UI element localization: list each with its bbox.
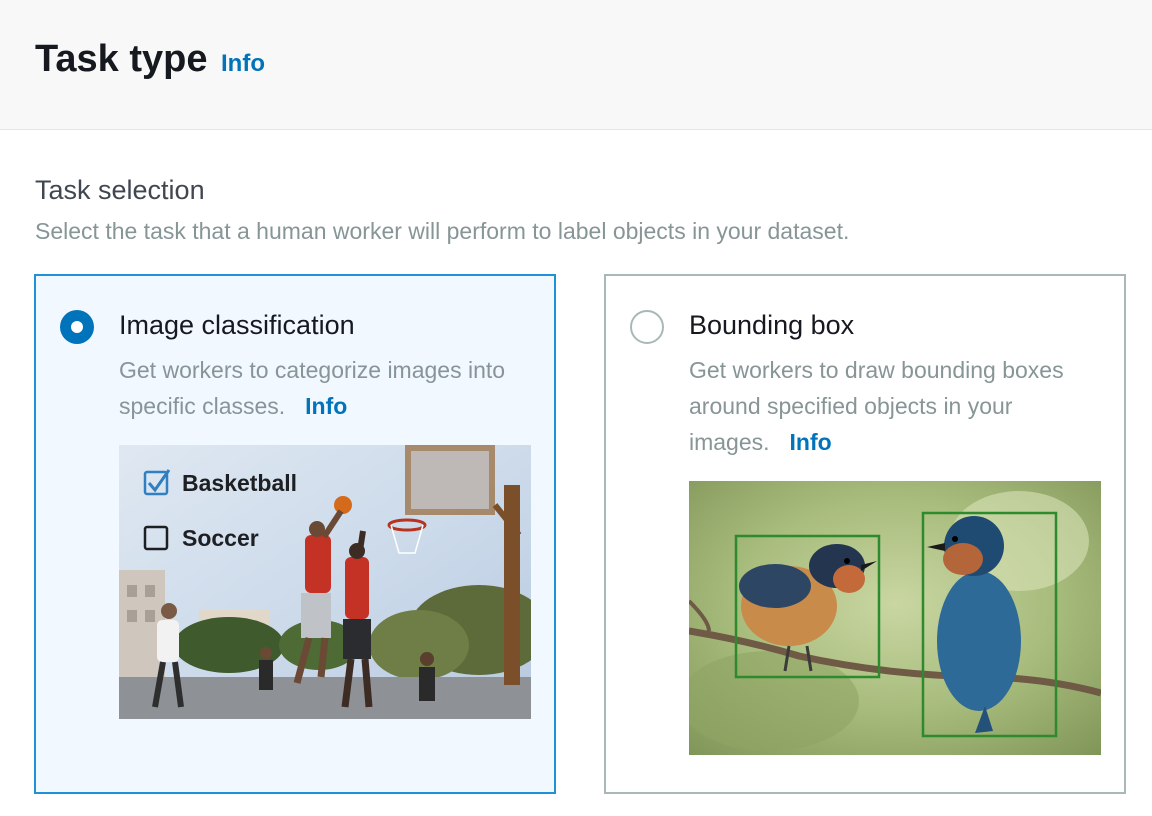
- header-info-link[interactable]: Info: [221, 50, 265, 78]
- page-title: Task type: [35, 38, 208, 80]
- tile-info-link-bounding-box[interactable]: Info: [790, 429, 832, 455]
- radio-image-classification[interactable]: [60, 310, 94, 344]
- section-description: Select the task that a human worker will…: [35, 218, 850, 244]
- tile-description-text: Get workers to draw bounding boxes aroun…: [689, 357, 1064, 455]
- tile-title-image-classification: Image classification: [119, 310, 355, 340]
- task-tile-bounding-box[interactable]: Bounding box Get workers to draw boundin…: [604, 274, 1126, 794]
- page-header: Task type Info: [0, 0, 1152, 130]
- tile-description-bounding-box: Get workers to draw bounding boxes aroun…: [689, 352, 1119, 460]
- radio-bounding-box[interactable]: [630, 310, 664, 344]
- label-soccer: Soccer: [182, 525, 259, 551]
- task-tile-image-classification[interactable]: Image classification Get workers to cate…: [34, 274, 556, 794]
- tile-description-image-classification: Get workers to categorize images into sp…: [119, 352, 549, 424]
- tile-info-link-image-classification[interactable]: Info: [305, 393, 347, 419]
- tile-title-bounding-box: Bounding box: [689, 310, 855, 340]
- example-image-basketball: Basketball Soccer: [119, 445, 531, 719]
- section-title: Task selection: [35, 175, 205, 205]
- label-basketball: Basketball: [182, 470, 297, 496]
- example-image-birds: [689, 481, 1101, 755]
